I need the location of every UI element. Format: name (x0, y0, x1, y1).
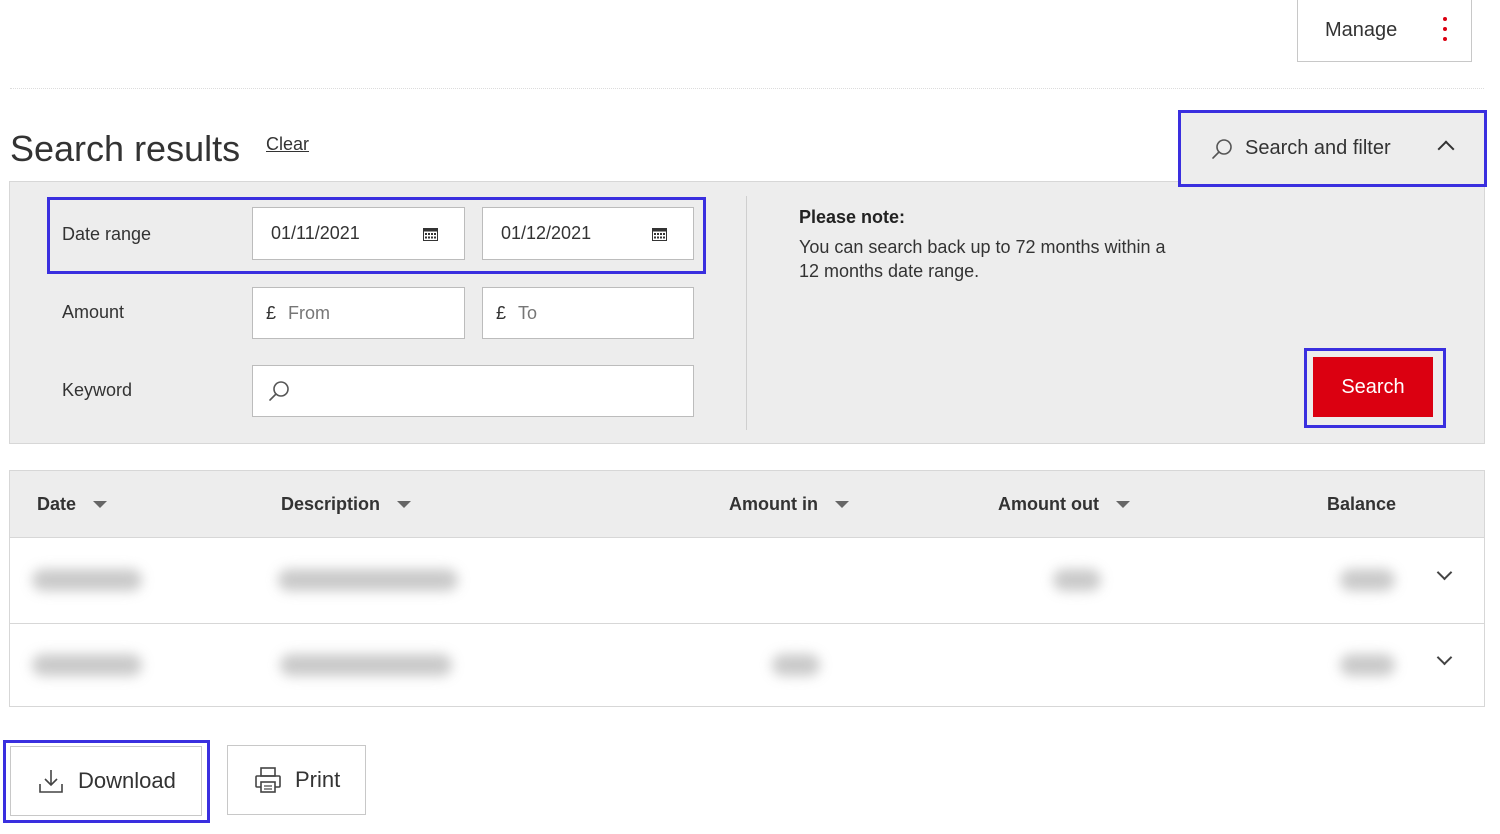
calendar-icon (423, 228, 438, 241)
date-to-input[interactable]: 01/12/2021 (482, 207, 694, 260)
table-header: Date Description Amount in Amount out Ba… (10, 471, 1484, 538)
date-from-input[interactable]: 01/11/2021 (252, 207, 465, 260)
blurred-description (280, 654, 452, 676)
column-header-label: Amount in (729, 494, 818, 514)
clear-link[interactable]: Clear (266, 134, 309, 155)
download-button[interactable]: Download (10, 746, 202, 816)
chevron-down-icon[interactable] (1436, 649, 1453, 666)
currency-symbol: £ (496, 302, 507, 323)
date-to-value: 01/12/2021 (501, 223, 592, 243)
header-divider (10, 88, 1484, 89)
amount-to-placeholder: To (518, 302, 538, 323)
column-header-amount-out[interactable]: Amount out (998, 494, 1130, 515)
print-icon (255, 767, 281, 793)
blurred-date (32, 569, 142, 591)
blurred-date (32, 654, 142, 676)
calendar-icon (652, 228, 667, 241)
date-from-value: 01/11/2021 (271, 223, 360, 243)
print-label: Print (295, 767, 341, 792)
blurred-balance (1340, 654, 1395, 676)
column-header-description[interactable]: Description (281, 494, 412, 515)
date-range-label: Date range (62, 224, 152, 244)
amount-label: Amount (62, 302, 125, 322)
blurred-balance (1340, 569, 1395, 591)
amount-from-placeholder: From (288, 302, 331, 323)
blurred-description (278, 569, 458, 591)
note-text: You can search back up to 72 months with… (799, 237, 1166, 281)
currency-symbol: £ (266, 302, 277, 323)
amount-to-input[interactable]: £ To (482, 287, 694, 339)
column-header-label: Balance (1327, 494, 1397, 514)
column-header-label: Date (37, 494, 77, 514)
column-header-label: Amount out (998, 494, 1099, 514)
amount-from-input[interactable]: £ From (252, 287, 465, 339)
page-title: Search results (10, 128, 241, 169)
kebab-menu-icon (1443, 17, 1447, 41)
chevron-up-icon (1437, 140, 1455, 158)
column-header-date[interactable]: Date (37, 494, 108, 515)
sort-down-icon (397, 501, 412, 508)
search-button[interactable]: Search (1313, 357, 1433, 417)
keyword-input[interactable] (252, 365, 694, 417)
column-header-label: Description (281, 494, 381, 514)
note-title: Please note: (799, 207, 906, 227)
sort-down-icon (1115, 501, 1130, 508)
chevron-down-icon[interactable] (1436, 564, 1453, 581)
download-label: Download (78, 768, 176, 793)
column-header-amount-in[interactable]: Amount in (729, 494, 849, 515)
download-icon (39, 770, 63, 793)
column-header-balance: Balance (1327, 494, 1396, 515)
manage-label: Manage (1325, 19, 1398, 41)
sort-down-icon (93, 501, 108, 508)
panel-separator (746, 196, 747, 430)
table-row[interactable] (10, 539, 1484, 623)
blurred-amount-in (772, 654, 820, 676)
search-and-filter-toggle[interactable]: Search and filter (1178, 110, 1487, 187)
search-icon (269, 381, 289, 401)
search-icon (1212, 138, 1232, 159)
sort-down-icon (834, 501, 849, 508)
search-and-filter-label: Search and filter (1245, 137, 1391, 159)
print-button[interactable]: Print (227, 745, 366, 815)
transactions-table: Date Description Amount in Amount out Ba… (9, 470, 1485, 707)
table-row[interactable] (10, 623, 1484, 707)
keyword-label: Keyword (62, 380, 133, 400)
blurred-amount-out (1053, 569, 1101, 591)
manage-button[interactable]: Manage (1297, 0, 1472, 62)
